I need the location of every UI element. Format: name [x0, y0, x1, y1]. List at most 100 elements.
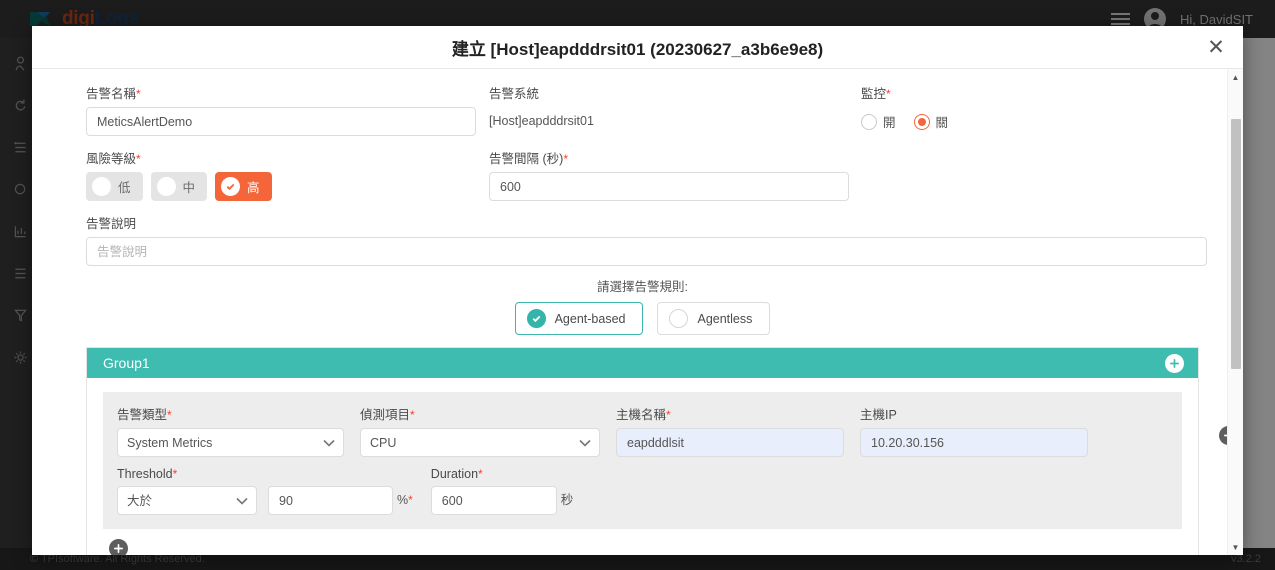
field-host-name: 主機名稱*: [616, 404, 844, 457]
group-title: Group1: [103, 355, 150, 371]
threshold-label-text: Threshold: [117, 467, 173, 481]
add-rule-row: [87, 529, 1198, 555]
modal-header: 建立 [Host]eapdddrsit01 (20230627_a3b6e9e8…: [32, 26, 1243, 69]
modal-scrollbar[interactable]: ▲ ▼: [1227, 69, 1243, 555]
alert-type-select[interactable]: System Metrics: [117, 428, 344, 457]
detect-item-select-wrap: CPU: [360, 428, 600, 457]
alert-description-label: 告警說明: [86, 217, 137, 231]
threshold-operator-select-wrap: 大於: [117, 486, 257, 515]
threshold-value-input[interactable]: [268, 486, 393, 515]
risk-button-medium[interactable]: 中: [150, 172, 208, 201]
alert-name-label: 告警名稱*: [86, 83, 476, 102]
add-rule-button[interactable]: [109, 539, 128, 555]
monitor-off-label: 關: [935, 116, 949, 130]
scroll-thumb[interactable]: [1231, 119, 1241, 369]
row-risk-interval: 風險等級* 低 中 高 告警間隔 (秒)*: [86, 148, 1199, 201]
host-ip-input[interactable]: [860, 428, 1088, 457]
alert-type-label: 告警類型*: [117, 404, 344, 423]
required-marker: *: [408, 493, 413, 507]
field-alert-description: 告警說明: [86, 213, 1207, 266]
close-icon[interactable]: ✕: [1205, 36, 1227, 58]
alert-interval-input[interactable]: [489, 172, 849, 201]
group-row-top: 告警類型* System Metrics 偵測項目* CPU 主機名稱* eap…: [117, 404, 1168, 457]
add-group-button[interactable]: [1165, 353, 1184, 373]
alert-description-input[interactable]: [86, 237, 1207, 266]
risk-high-label: 高: [247, 181, 260, 195]
monitor-radio-group: 開 關: [861, 107, 1199, 136]
monitor-radio-off[interactable]: 關: [913, 112, 959, 131]
rule-agent-based-label: Agent-based: [554, 311, 626, 326]
group-body: 告警類型* System Metrics 偵測項目* CPU 主機名稱* eap…: [87, 378, 1238, 555]
duration-input[interactable]: [430, 486, 557, 515]
host-name-label-text: 主機名稱: [616, 408, 667, 422]
rule-button-agent-based[interactable]: Agent-based: [514, 302, 644, 335]
risk-button-low[interactable]: 低: [86, 172, 143, 201]
required-marker: *: [478, 467, 483, 481]
monitor-label-text: 監控: [861, 87, 887, 101]
alert-name-label-text: 告警名稱: [86, 87, 137, 101]
duration-unit-label: 秒: [560, 493, 574, 507]
alert-type-select-wrap: System Metrics: [117, 428, 344, 457]
detect-item-select[interactable]: CPU: [360, 428, 600, 457]
alert-system-label: 告警系統: [489, 87, 540, 101]
detect-item-label-text: 偵測項目: [360, 408, 411, 422]
group-row-bottom: Threshold* 大於 %*: [117, 467, 1168, 515]
risk-button-high[interactable]: 高: [215, 172, 272, 201]
create-alert-modal: 建立 [Host]eapdddrsit01 (20230627_a3b6e9e8…: [32, 26, 1243, 555]
required-marker: *: [136, 87, 141, 101]
field-alert-interval: 告警間隔 (秒)*: [476, 148, 849, 201]
threshold-unit-text: %: [397, 493, 409, 507]
host-ip-label: 主機IP: [860, 408, 897, 422]
monitor-radio-on[interactable]: 開: [861, 112, 906, 131]
duration-label: Duration*: [431, 467, 574, 481]
required-marker: *: [167, 408, 172, 422]
field-host-ip: 主機IP: [860, 404, 1088, 457]
scroll-down-icon[interactable]: ▼: [1228, 539, 1243, 555]
risk-level-label: 風險等級*: [86, 148, 476, 167]
alert-name-input[interactable]: [86, 107, 476, 136]
monitor-on-label: 開: [883, 116, 896, 130]
required-marker: *: [136, 152, 141, 166]
radio-dot-icon: [861, 113, 877, 130]
row-name-system-monitor: 告警名稱* 告警系統 [Host]eapdddrsit01 監控* 開 關: [86, 83, 1199, 136]
duration-inline: 秒: [430, 486, 574, 515]
duration-label-text: Duration: [430, 467, 479, 481]
field-threshold-operator: Threshold* 大於: [117, 467, 257, 515]
required-marker: *: [666, 408, 671, 422]
host-name-input[interactable]: [616, 428, 844, 457]
detect-item-label: 偵測項目*: [360, 404, 600, 423]
field-duration: Duration* 秒: [430, 467, 574, 515]
alert-interval-label: 告警間隔 (秒)*: [489, 148, 848, 167]
modal-title: 建立 [Host]eapdddrsit01 (20230627_a3b6e9e8…: [451, 39, 824, 59]
rule-button-agentless[interactable]: Agentless: [657, 302, 771, 335]
field-threshold-value: %*: [268, 467, 413, 515]
check-icon: [526, 309, 546, 328]
field-alert-name: 告警名稱*: [86, 83, 476, 136]
alert-type-label-text: 告警類型: [117, 408, 168, 422]
radio-dot-icon: [913, 113, 930, 130]
alert-interval-label-text: 告警間隔 (秒): [489, 152, 564, 166]
monitor-label: 監控*: [861, 83, 1199, 102]
field-alert-type: 告警類型* System Metrics: [117, 404, 344, 457]
risk-level-group: 低 中 高: [86, 172, 476, 201]
required-marker: *: [563, 152, 568, 166]
alert-form: 告警名稱* 告警系統 [Host]eapdddrsit01 監控* 開 關: [46, 83, 1238, 555]
rule-agentless-label: Agentless: [697, 311, 753, 326]
app-root: digiLogs Hi, DavidSIT © TPIsoftware. All…: [0, 0, 1275, 570]
group-header: Group1: [87, 348, 1198, 378]
required-marker: *: [410, 408, 415, 422]
group-rule-row: 告警類型* System Metrics 偵測項目* CPU 主機名稱* eap…: [103, 392, 1238, 529]
threshold-operator-select[interactable]: 大於: [117, 486, 257, 515]
modal-body: 告警名稱* 告警系統 [Host]eapdddrsit01 監控* 開 關: [32, 69, 1243, 555]
risk-low-label: 低: [118, 181, 131, 195]
field-alert-system: 告警系統 [Host]eapdddrsit01: [476, 83, 848, 136]
rule-selector: 請選擇告警規則: Agent-based Agentless: [86, 276, 1199, 335]
radio-dot-icon: [669, 309, 689, 328]
required-marker: *: [886, 87, 891, 101]
threshold-label: Threshold*: [117, 467, 257, 481]
rule-buttons: Agent-based Agentless: [86, 302, 1199, 335]
scroll-up-icon[interactable]: ▲: [1228, 69, 1243, 85]
field-detect-item: 偵測項目* CPU: [360, 404, 600, 457]
rule-caption: 請選擇告警規則:: [597, 280, 688, 294]
field-monitor: 監控* 開 關: [848, 83, 1199, 136]
